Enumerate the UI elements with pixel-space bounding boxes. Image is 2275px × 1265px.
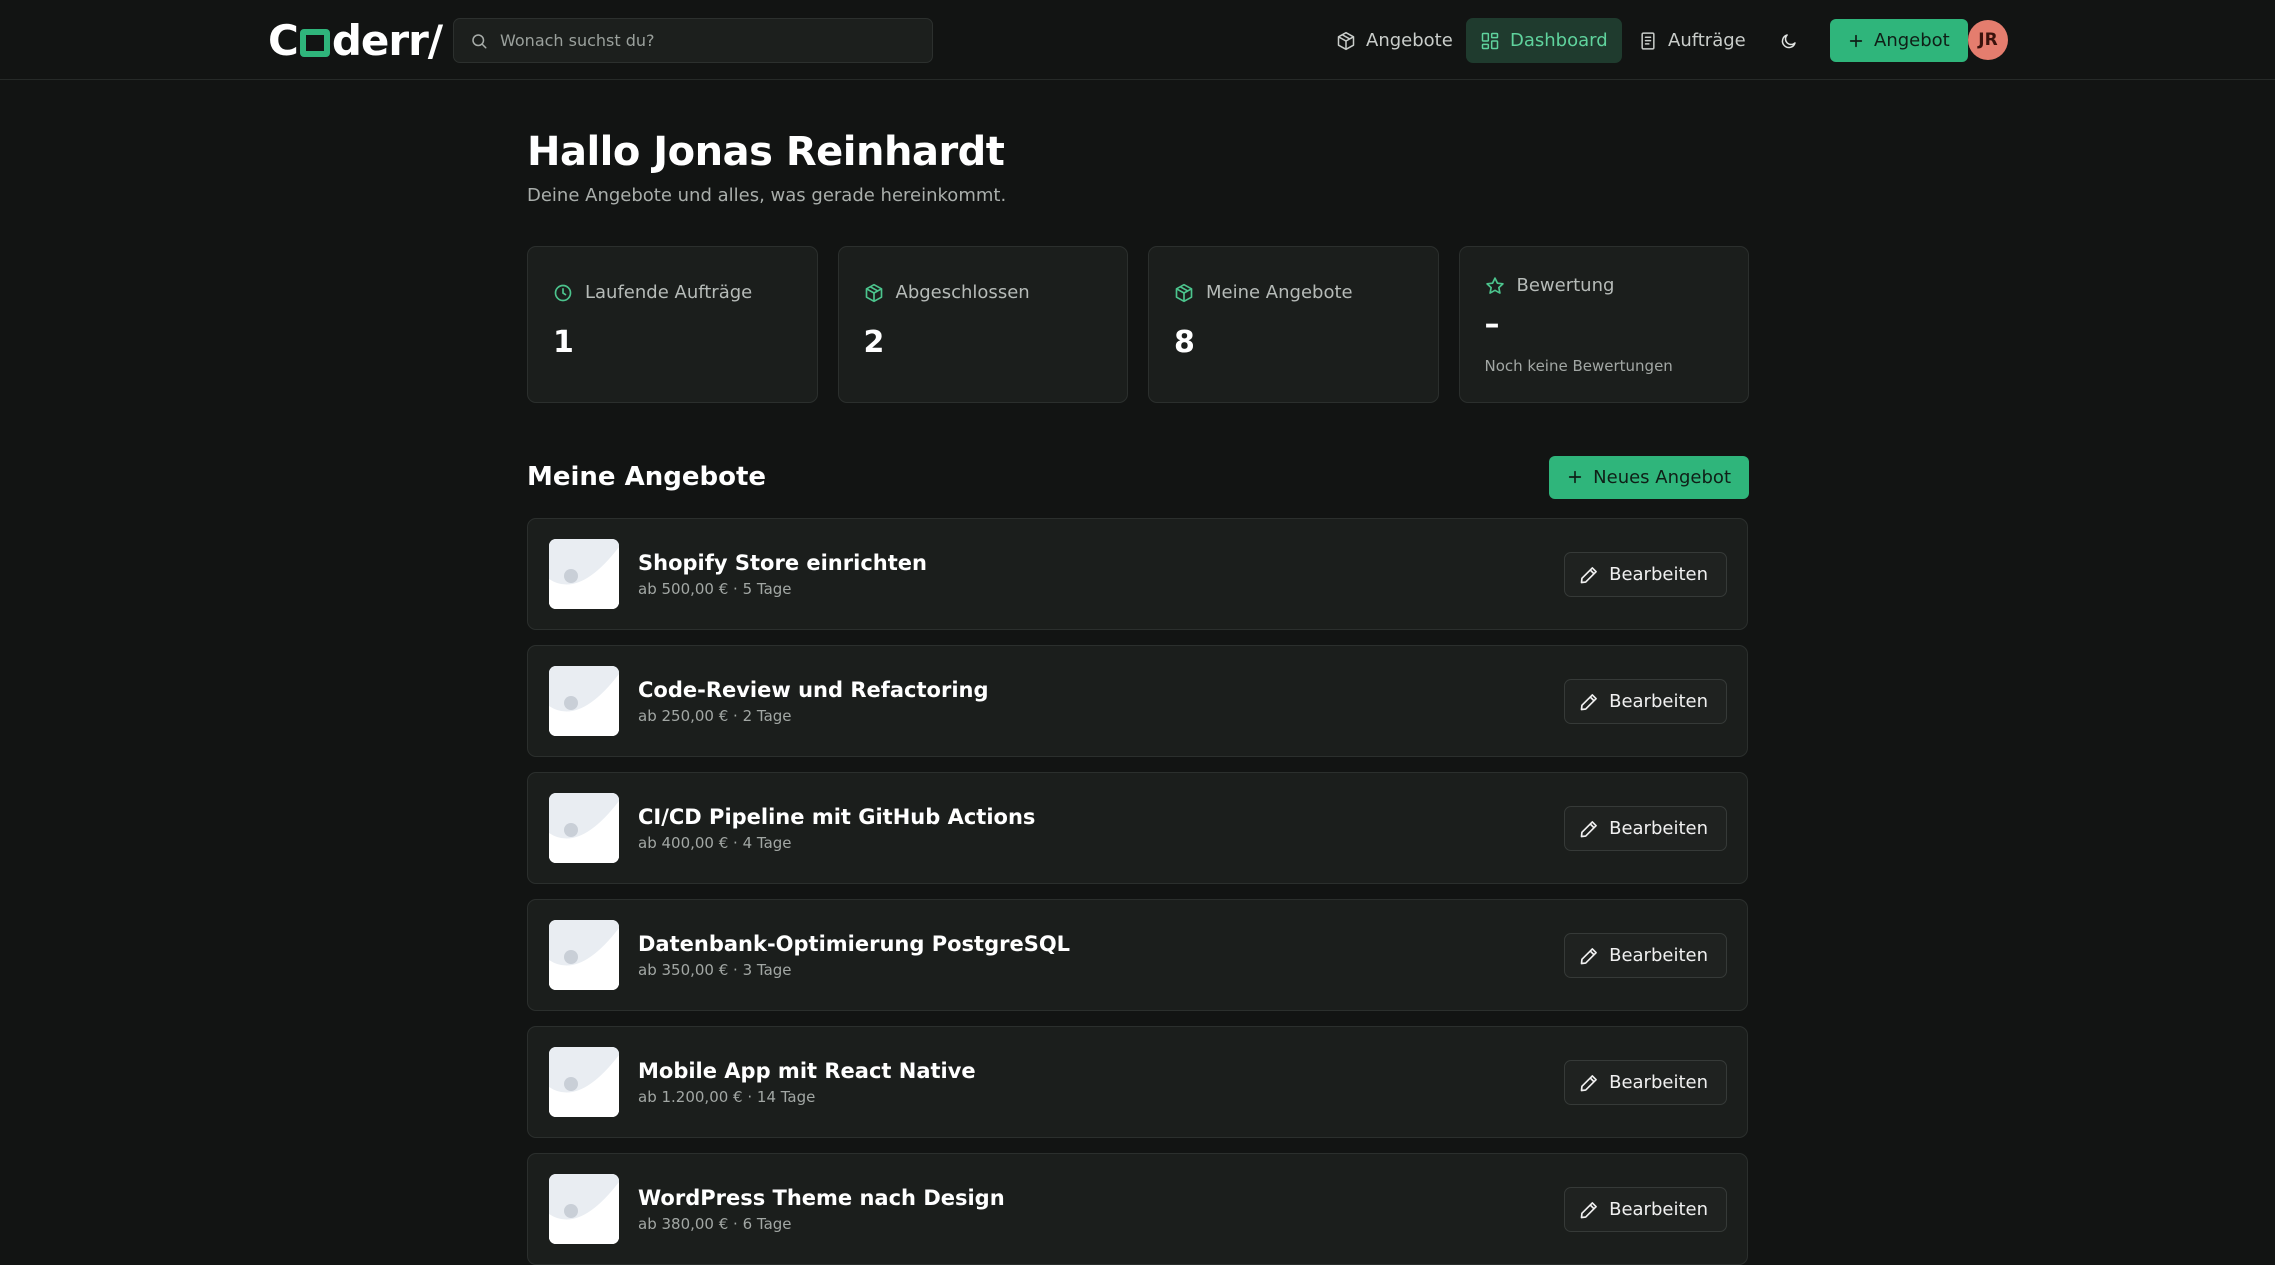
offer-title: Mobile App mit React Native [638,1059,976,1083]
offer-title: WordPress Theme nach Design [638,1186,1005,1210]
nav-angebote[interactable]: Angebote [1322,18,1467,63]
logo-text-start: C [268,15,299,65]
page-subtitle: Deine Angebote und alles, was gerade her… [527,185,1007,206]
pencil-icon [1580,1074,1598,1091]
nav-angebote-label: Angebote [1366,30,1453,51]
moon-icon [1781,34,1796,49]
nav-auftraege[interactable]: Aufträge [1624,18,1760,63]
stat-header: Meine Angebote [1174,282,1353,303]
new-offer-section-button[interactable]: Neues Angebot [1549,455,1749,499]
edit-button[interactable]: Bearbeiten [1564,1060,1727,1105]
clock-icon [554,284,572,301]
nav-dashboard[interactable]: Dashboard [1466,18,1622,63]
stat-value: – [1484,307,1500,342]
stat-value: 8 [1174,325,1195,360]
pencil-icon [1580,693,1598,710]
list-item[interactable]: Datenbank-Optimierung PostgreSQL ab 350,… [527,899,1748,1011]
image-placeholder-icon [549,920,619,990]
pencil-icon [1580,947,1598,964]
package-icon [1337,31,1355,50]
offer-title: Code-Review und Refactoring [638,678,989,702]
nav-auftraege-label: Aufträge [1668,30,1746,51]
logo[interactable]: Cderr/ [268,15,443,65]
stat-header: Laufende Aufträge [553,282,752,303]
package-icon [865,283,882,302]
offer-title: CI/CD Pipeline mit GitHub Actions [638,805,1036,829]
offer-meta: ab 1.200,00 € · 14 Tage [638,1088,816,1106]
top-navbar: Cderr/ Angebote Dashboard Aufträge Angeb… [0,0,2275,80]
plus-icon [1849,34,1863,47]
list-item[interactable]: Mobile App mit React Native ab 1.200,00 … [527,1026,1748,1138]
logo-mark [299,29,330,57]
pencil-icon [1580,1201,1598,1218]
pencil-icon [1580,820,1598,837]
edit-label: Bearbeiten [1609,1072,1708,1093]
stat-note: Noch keine Bewertungen [1484,357,1673,375]
offer-meta: ab 350,00 € · 3 Tage [638,961,792,979]
stat-card-completed: Abgeschlossen 2 [837,246,1128,403]
edit-button[interactable]: Bearbeiten [1564,679,1727,724]
offer-meta: ab 380,00 € · 6 Tage [638,1215,792,1233]
search-bar[interactable] [453,18,933,63]
list-item[interactable]: CI/CD Pipeline mit GitHub Actions ab 400… [527,772,1748,884]
stat-header: Abgeschlossen [864,282,1030,303]
search-icon [472,33,487,48]
logo-text-end: derr/ [331,15,443,65]
star-icon [1485,276,1504,294]
edit-button[interactable]: Bearbeiten [1564,933,1727,978]
stat-label: Bewertung [1516,275,1615,296]
stat-label: Laufende Aufträge [585,282,753,303]
pencil-icon [1580,566,1598,583]
grid-icon [1481,32,1499,49]
edit-button[interactable]: Bearbeiten [1564,552,1727,597]
stats-row: Laufende Aufträge 1 Abgeschlossen 2 Mein… [527,246,1749,403]
stat-card-my-offers: Meine Angebote 8 [1148,246,1439,403]
stat-value: 2 [863,325,885,360]
image-placeholder-icon [549,539,619,609]
new-offer-button[interactable]: Angebot [1830,19,1968,62]
document-icon [1641,31,1655,50]
offer-meta: ab 500,00 € · 5 Tage [638,580,792,598]
edit-label: Bearbeiten [1609,818,1708,839]
nav-dashboard-label: Dashboard [1510,30,1608,51]
image-placeholder-icon [549,666,619,736]
offer-meta: ab 250,00 € · 2 Tage [638,707,792,725]
page-title: Hallo Jonas Reinhardt [527,129,1005,175]
image-placeholder-icon [549,793,619,863]
list-item[interactable]: Shopify Store einrichten ab 500,00 € · 5… [527,518,1748,630]
list-item[interactable]: Code-Review und Refactoring ab 250,00 € … [527,645,1748,757]
new-offer-label: Angebot [1874,30,1950,51]
new-offer-section-label: Neues Angebot [1593,466,1731,488]
stat-label: Abgeschlossen [895,282,1030,303]
image-placeholder-icon [549,1174,619,1244]
edit-button[interactable]: Bearbeiten [1564,1187,1727,1232]
edit-label: Bearbeiten [1609,945,1708,966]
offers-section-header: Meine Angebote Neues Angebot [527,455,1749,499]
offer-meta: ab 400,00 € · 4 Tage [638,834,792,852]
stat-card-rating: Bewertung – Noch keine Bewertungen [1458,246,1749,403]
edit-button[interactable]: Bearbeiten [1564,806,1727,851]
edit-label: Bearbeiten [1609,691,1708,712]
theme-toggle-button[interactable] [1772,24,1806,58]
dashboard-main: Hallo Jonas Reinhardt Deine Angebote und… [527,80,1749,1265]
avatar-initials: JR [1978,30,1998,50]
section-title: Meine Angebote [527,462,767,492]
stat-header: Bewertung [1485,275,1615,296]
stat-card-running-orders: Laufende Aufträge 1 [527,246,818,403]
offer-title: Datenbank-Optimierung PostgreSQL [638,932,1071,956]
plus-icon [1568,470,1582,484]
offer-list: Shopify Store einrichten ab 500,00 € · 5… [527,518,1749,1265]
list-item[interactable]: WordPress Theme nach Design ab 380,00 € … [527,1153,1748,1265]
edit-label: Bearbeiten [1609,564,1708,585]
package-icon [1175,283,1193,302]
offer-title: Shopify Store einrichten [638,551,927,575]
search-input[interactable] [500,31,920,50]
image-placeholder-icon [549,1047,619,1117]
edit-label: Bearbeiten [1609,1199,1708,1220]
stat-value: 1 [553,325,574,360]
avatar[interactable]: JR [1968,20,2008,60]
stat-label: Meine Angebote [1206,282,1353,303]
